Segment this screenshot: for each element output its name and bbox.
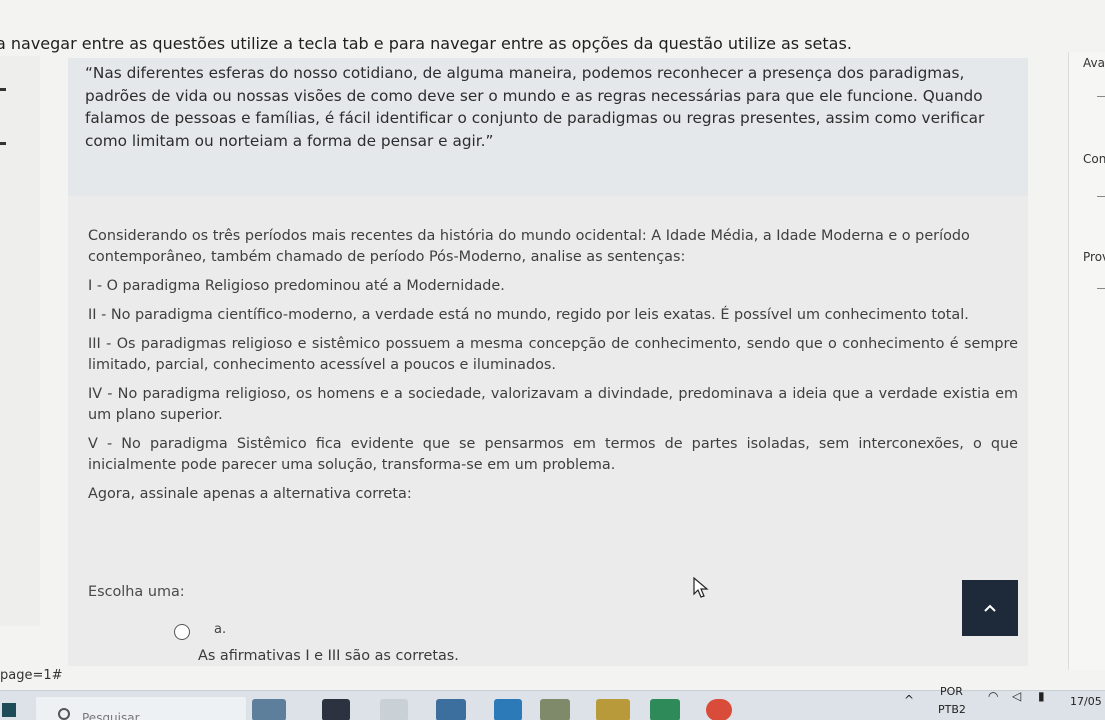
taskbar-app-icon[interactable] <box>322 699 350 720</box>
left-nav-mark <box>0 142 6 145</box>
chevron-up-icon <box>984 604 996 612</box>
chevron-up-tray-icon[interactable]: ^ <box>904 693 914 707</box>
statement-1: I - O paradigma Religioso predominou até… <box>88 278 505 294</box>
statement-5: V - No paradigma Sistêmico fica evidente… <box>88 436 1018 473</box>
statement-4: IV - No paradigma religioso, os homens e… <box>88 386 1018 423</box>
language-indicator[interactable]: POR <box>940 685 963 698</box>
sidebar-divider <box>1097 96 1105 97</box>
statement-3: III - Os paradigmas religioso e sistêmic… <box>88 336 1018 373</box>
right-sidebar: Ava Con Prov <box>1068 52 1105 670</box>
taskbar-app-icon[interactable] <box>380 699 408 720</box>
question-quote: “Nas diferentes esferas do nosso cotidia… <box>85 64 985 150</box>
taskbar-app-icon[interactable] <box>494 699 522 720</box>
left-nav-strip <box>0 56 40 626</box>
question-intro: Considerando os três períodos mais recen… <box>88 228 970 265</box>
sidebar-label-prov[interactable]: Prov <box>1083 250 1105 264</box>
taskbar-app-icon[interactable] <box>436 699 466 720</box>
question-prompt: Agora, assinale apenas a alternativa cor… <box>88 486 412 502</box>
search-icon <box>58 708 70 720</box>
taskbar-app-icon[interactable] <box>650 699 680 720</box>
statement-2: II - No paradigma científico-moderno, a … <box>88 307 969 323</box>
choose-label: Escolha uma: <box>88 584 185 600</box>
sidebar-label-ava[interactable]: Ava <box>1083 56 1105 70</box>
mouse-cursor-icon <box>693 577 709 598</box>
question-body: Considerando os três períodos mais recen… <box>88 226 1018 513</box>
taskbar-app-icon[interactable] <box>540 699 570 720</box>
option-a-letter[interactable]: a. <box>214 622 226 637</box>
option-a-radio[interactable] <box>174 624 190 640</box>
taskbar-search-placeholder: Pesquisar <box>82 711 140 720</box>
wifi-icon[interactable]: ◠ <box>988 689 998 703</box>
start-icon[interactable] <box>2 703 16 717</box>
taskbar-app-icon[interactable] <box>596 699 630 720</box>
sidebar-label-con[interactable]: Con <box>1083 152 1105 166</box>
sidebar-divider <box>1097 288 1105 289</box>
left-nav-mark <box>0 88 6 91</box>
battery-icon[interactable]: ▮ <box>1038 689 1045 703</box>
scroll-to-top-button[interactable] <box>962 580 1018 636</box>
page-label: page=1# <box>0 668 63 683</box>
taskbar-search-box[interactable]: Pesquisar <box>36 697 246 720</box>
sidebar-divider <box>1097 196 1105 197</box>
keyboard-layout-indicator[interactable]: PTB2 <box>938 703 966 716</box>
taskbar: Pesquisar ^ POR PTB2 ◠ ◁ ▮ 17/05 <box>0 685 1105 720</box>
taskbar-date[interactable]: 17/05 <box>1070 695 1102 708</box>
speaker-icon[interactable]: ◁ <box>1012 689 1021 703</box>
taskbar-app-icon[interactable] <box>252 699 286 720</box>
instruction-text: a navegar entre as questões utilize a te… <box>0 34 852 53</box>
chrome-icon[interactable] <box>706 699 732 720</box>
option-a-text[interactable]: As afirmativas I e III são as corretas. <box>198 648 459 664</box>
